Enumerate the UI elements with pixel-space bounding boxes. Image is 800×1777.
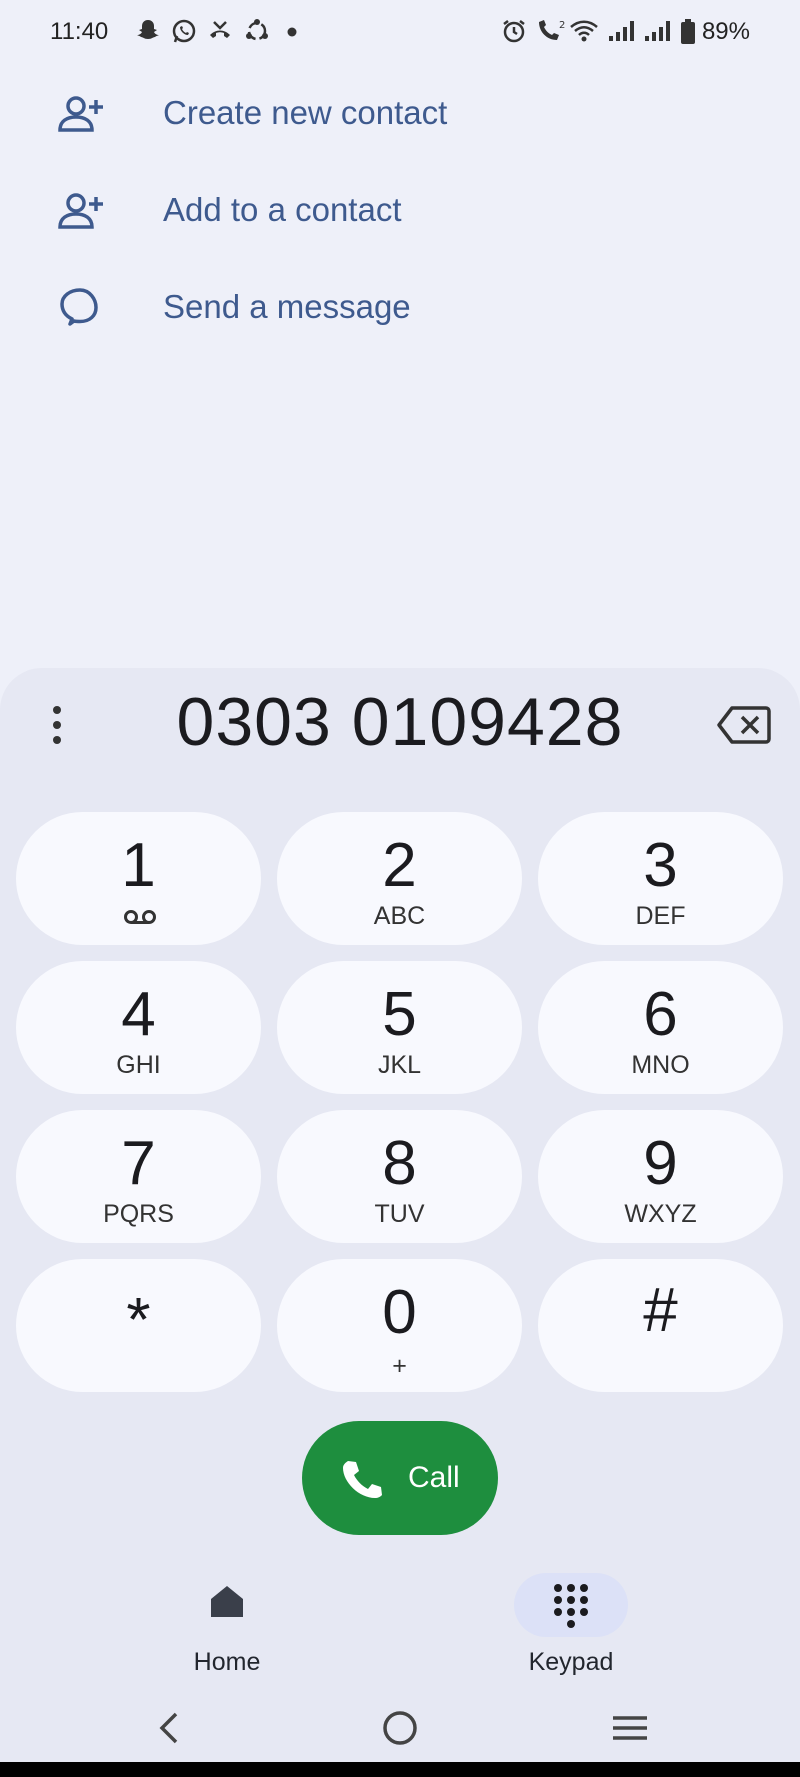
key-letters: MNO — [631, 1051, 690, 1079]
sync-icon — [246, 19, 268, 41]
send-message-action[interactable]: Send a message — [0, 260, 800, 356]
key-digit: 9 — [643, 1129, 678, 1198]
add-to-contact-action[interactable]: Add to a contact — [0, 163, 800, 259]
home-icon — [211, 1586, 243, 1617]
key-2[interactable]: 2 ABC — [277, 812, 522, 945]
nav-keypad[interactable]: Keypad — [471, 1560, 671, 1676]
key-letters: GHI — [116, 1051, 161, 1079]
key-6[interactable]: 6 MNO — [538, 961, 783, 1094]
alarm-icon — [503, 20, 525, 43]
key-8[interactable]: 8 TUV — [277, 1110, 522, 1243]
backspace-icon[interactable] — [716, 704, 772, 746]
more-options-icon[interactable] — [40, 700, 74, 750]
key-4[interactable]: 4 GHI — [16, 961, 261, 1094]
key-9[interactable]: 9 WXYZ — [538, 1110, 783, 1243]
key-7[interactable]: 7 PQRS — [16, 1110, 261, 1243]
missed-call-icon — [210, 21, 230, 38]
signal-icon-2 — [645, 21, 670, 41]
recents-icon[interactable] — [610, 1708, 650, 1748]
key-digit: 3 — [643, 831, 678, 900]
send-message-label: Send a message — [163, 288, 411, 325]
more-notifications-dot-icon — [287, 27, 297, 37]
voicemail-icon — [124, 910, 156, 924]
snapchat-icon — [137, 20, 159, 39]
wifi-calling-icon: 2 — [539, 20, 565, 40]
key-digit: 8 — [382, 1129, 417, 1198]
create-new-contact-action[interactable]: Create new contact — [0, 66, 800, 162]
person-add-icon — [58, 96, 103, 132]
person-add-icon — [58, 193, 103, 229]
key-3[interactable]: 3 DEF — [538, 812, 783, 945]
wifi-icon — [570, 20, 598, 42]
key-digit: 6 — [643, 980, 678, 1049]
svg-text:2: 2 — [559, 20, 565, 31]
key-letters: JKL — [377, 1051, 422, 1079]
bottom-edge — [0, 1762, 800, 1777]
nav-keypad-label: Keypad — [528, 1648, 614, 1676]
status-bar: 11:40 2 89% — [0, 0, 800, 64]
key-digit: 0 — [382, 1278, 417, 1347]
key-digit: 5 — [382, 980, 417, 1049]
key-digit: 4 — [121, 980, 156, 1049]
phone-icon — [343, 1461, 382, 1498]
key-digit: 7 — [121, 1129, 156, 1198]
create-new-contact-label: Create new contact — [163, 94, 448, 131]
key-digit: 2 — [382, 831, 417, 900]
key-letters: DEF — [635, 902, 686, 930]
message-icon — [60, 288, 98, 326]
key-letters: ABC — [373, 902, 426, 930]
battery-percentage: 89% — [701, 18, 750, 45]
battery-icon — [681, 19, 695, 44]
add-to-contact-label: Add to a contact — [163, 191, 402, 228]
call-label: Call — [408, 1461, 460, 1494]
back-icon[interactable] — [154, 1708, 182, 1748]
key-letters: + — [392, 1352, 407, 1380]
key-5[interactable]: 5 JKL — [277, 961, 522, 1094]
key-letters: WXYZ — [624, 1200, 697, 1228]
dialed-number[interactable]: 0303 0109428 — [100, 683, 700, 761]
nav-home[interactable]: Home — [127, 1560, 327, 1676]
whatsapp-icon — [172, 19, 196, 43]
key-star[interactable]: * — [16, 1259, 261, 1392]
key-digit: * — [126, 1286, 151, 1355]
dialpad-icon — [554, 1584, 588, 1628]
home-system-icon[interactable] — [380, 1708, 420, 1748]
key-1[interactable]: 1 — [16, 812, 261, 945]
status-time: 11:40 — [50, 18, 109, 45]
key-letters: PQRS — [103, 1200, 174, 1228]
call-button[interactable]: Call — [302, 1421, 498, 1535]
nav-home-label: Home — [193, 1648, 261, 1676]
key-letters: TUV — [374, 1200, 425, 1228]
signal-icon-1 — [609, 21, 634, 41]
key-0[interactable]: 0 + — [277, 1259, 522, 1392]
key-digit: # — [643, 1276, 678, 1345]
key-hash[interactable]: # — [538, 1259, 783, 1392]
key-digit: 1 — [121, 831, 156, 900]
